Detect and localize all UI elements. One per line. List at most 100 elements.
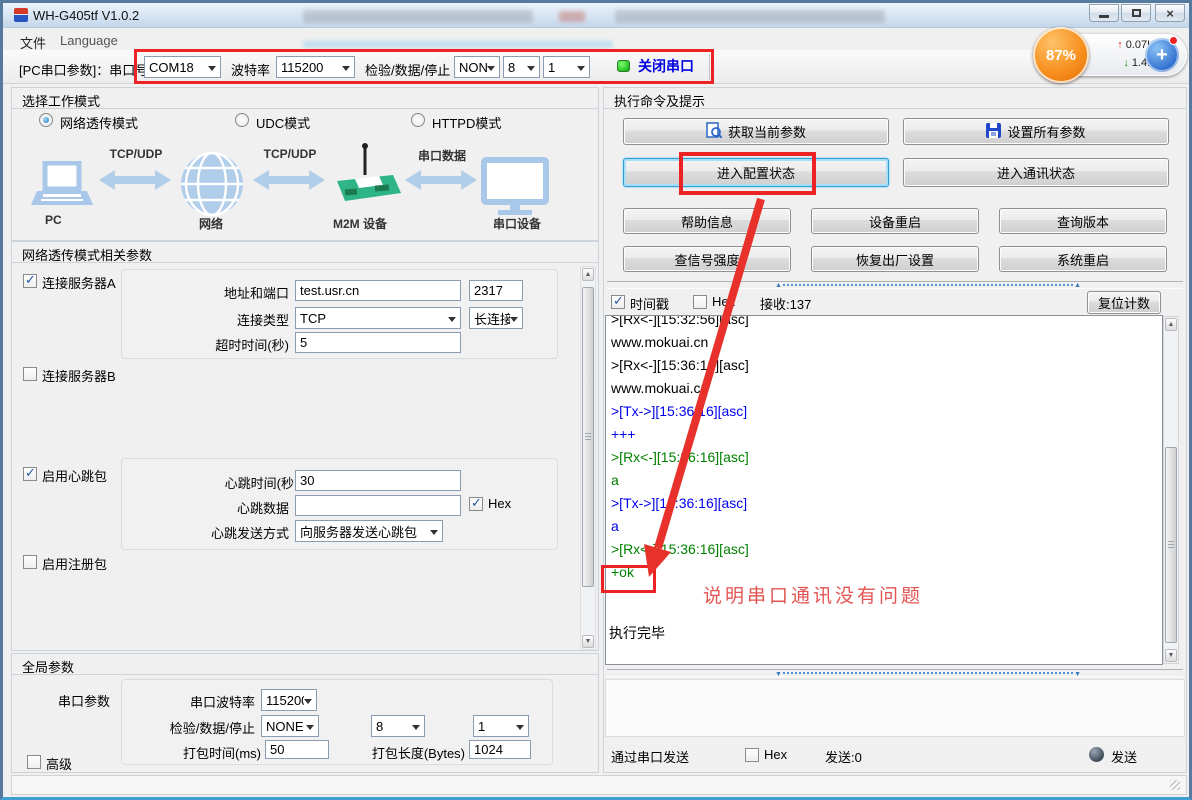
chevron-down-icon (304, 699, 312, 704)
register-checkbox[interactable] (23, 555, 37, 569)
device-reboot-button[interactable]: 设备重启 (811, 208, 979, 234)
collapse-down-icon: ▼ (1074, 671, 1081, 678)
radio-httpd-mode[interactable] (411, 113, 425, 127)
scroll-up-icon[interactable]: ▲ (582, 268, 594, 281)
query-version-button[interactable]: 查询版本 (999, 208, 1167, 234)
reset-counter-button[interactable]: 复位计数 (1087, 291, 1161, 314)
log-splitter[interactable]: ▲ ▲ (607, 281, 1183, 289)
chevron-down-icon (208, 66, 216, 71)
databits-select[interactable]: 8 (503, 56, 540, 78)
scrollbar-thumb[interactable] (1165, 447, 1177, 643)
collapse-down-icon: ▼ (775, 671, 782, 678)
timestamp-checkbox[interactable] (611, 295, 625, 309)
combo-value: 115200 (281, 60, 340, 75)
server-a-address-input[interactable] (295, 280, 461, 301)
log-hex-label: Hex (712, 294, 735, 309)
send-input-area[interactable] (605, 679, 1185, 737)
sent-counter: 发送:0 (825, 747, 862, 766)
close-button[interactable]: × (1155, 4, 1185, 22)
system-reboot-label: 系统重启 (1057, 250, 1109, 269)
radio-net-transparent-label: 网络透传模式 (60, 113, 138, 132)
exec-done-text: 执行完毕 (609, 623, 665, 643)
pack-time-input[interactable] (265, 740, 329, 759)
radio-udc-mode[interactable] (235, 113, 249, 127)
background-window-bleed (559, 11, 585, 22)
send-button[interactable]: 发送 (1111, 747, 1137, 766)
enter-config-button[interactable]: 进入配置状态 (623, 158, 889, 187)
heartbeat-hex-checkbox[interactable] (469, 497, 483, 511)
reset-counter-label: 复位计数 (1098, 293, 1150, 312)
server-a-port-input[interactable] (469, 280, 523, 301)
scroll-down-icon[interactable]: ▼ (1165, 649, 1177, 662)
conn-mode-select[interactable]: 长连接 (469, 307, 523, 329)
send-via-serial-dropdown[interactable]: 通过串口发送 (611, 747, 689, 766)
combo-value: 8 (508, 60, 527, 75)
heartbeat-data-input[interactable] (295, 495, 461, 516)
heartbeat-hex-label: Hex (488, 496, 511, 511)
com-port-select[interactable]: COM18 (144, 56, 221, 78)
maximize-button[interactable] (1121, 4, 1151, 22)
chevron-down-icon (430, 530, 438, 535)
heartbeat-checkbox[interactable] (23, 467, 37, 481)
send-hex-label: Hex (764, 747, 787, 762)
tray-speed-widget[interactable]: ↑ 0.07K/s ↓ 1.4K/s + 87% (1033, 27, 1191, 85)
server-a-checkbox[interactable] (23, 274, 37, 288)
pack-len-input[interactable] (469, 740, 531, 759)
device-reboot-label: 设备重启 (869, 212, 921, 231)
minimize-button[interactable] (1089, 4, 1119, 22)
query-version-label: 查询版本 (1057, 212, 1109, 231)
enter-comm-button[interactable]: 进入通讯状态 (903, 158, 1169, 187)
global-databits-select[interactable]: 8 (371, 715, 425, 737)
left-panel-scrollbar[interactable]: ▲ ▼ (580, 266, 596, 650)
splitter-handle[interactable]: ▲ ▲ (783, 284, 1073, 288)
memory-usage-ball[interactable]: 87% (1033, 27, 1089, 83)
heartbeat-mode-select[interactable]: 向服务器发送心跳包 (295, 520, 443, 542)
global-parity-select[interactable]: NONE (261, 715, 319, 737)
combo-value: COM18 (149, 60, 206, 75)
conn-type-select[interactable]: TCP (295, 307, 461, 329)
splitter-handle[interactable]: ▼ ▼ (783, 672, 1073, 676)
global-baud-select[interactable]: 115200 (261, 689, 317, 711)
send-splitter[interactable]: ▼ ▼ (607, 669, 1183, 677)
baud-select[interactable]: 115200 (276, 56, 355, 78)
global-parity-label: 检验/数据/停止 (153, 718, 255, 737)
log-line: www.mokuai.cn (606, 377, 1162, 400)
log-hex-checkbox[interactable] (693, 295, 707, 309)
combo-value: 8 (376, 719, 412, 734)
send-hex-checkbox[interactable] (745, 748, 759, 762)
parity-select[interactable]: NONE (454, 56, 500, 78)
menu-language[interactable]: Language (55, 32, 123, 49)
combo-value: 长连接 (474, 309, 510, 328)
resize-grip[interactable] (1170, 780, 1180, 790)
scrollbar-thumb[interactable] (582, 287, 594, 587)
set-params-button[interactable]: 设置所有参数 (903, 118, 1169, 145)
divider (12, 262, 598, 263)
global-stopbits-select[interactable]: 1 (473, 715, 529, 737)
log-line: >[Rx<-][15:36:16][asc] (606, 538, 1162, 561)
divider (12, 108, 598, 109)
stopbits-select[interactable]: 1 (543, 56, 590, 78)
factory-reset-button[interactable]: 恢复出厂设置 (811, 246, 979, 272)
set-params-label: 设置所有参数 (1007, 122, 1085, 141)
notification-dot-icon (1169, 36, 1178, 45)
heartbeat-time-input[interactable] (295, 470, 461, 491)
log-scrollbar[interactable]: ▲ ▼ (1163, 316, 1179, 664)
log-output[interactable]: >[Rx<-][15:32:56][asc] www.mokuai.cn >[R… (605, 315, 1163, 665)
scroll-up-icon[interactable]: ▲ (1165, 318, 1177, 331)
help-button[interactable]: 帮助信息 (623, 208, 791, 234)
combo-value: 1 (478, 719, 516, 734)
timeout-input[interactable] (295, 332, 461, 353)
log-lines: >[Rx<-][15:32:56][asc] www.mokuai.cn >[R… (606, 315, 1162, 584)
address-port-label: 地址和端口 (153, 283, 289, 302)
combo-value: 115200 (266, 693, 304, 708)
advanced-checkbox[interactable] (27, 755, 41, 769)
query-signal-button[interactable]: 查信号强度 (623, 246, 791, 272)
server-b-checkbox[interactable] (23, 367, 37, 381)
system-reboot-button[interactable]: 系统重启 (999, 246, 1167, 272)
close-port-button[interactable]: 关闭串口 (617, 56, 694, 76)
window-title: WH-G405tf V1.0.2 (33, 8, 139, 23)
scroll-down-icon[interactable]: ▼ (582, 635, 594, 648)
combo-value: NONE (459, 60, 487, 75)
get-params-button[interactable]: 获取当前参数 (623, 118, 889, 145)
radio-net-transparent-mode[interactable] (39, 113, 53, 127)
